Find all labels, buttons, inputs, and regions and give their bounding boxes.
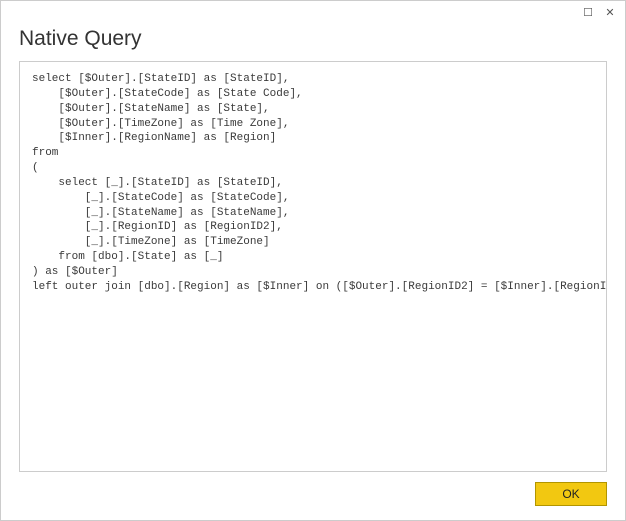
close-glyph: ✕: [605, 6, 614, 19]
maximize-glyph: ☐: [583, 6, 593, 19]
close-icon[interactable]: ✕: [601, 4, 619, 20]
native-query-text: select [$Outer].[StateID] as [StateID], …: [32, 72, 594, 295]
dialog-main: Native Query select [$Outer].[StateID] a…: [1, 23, 625, 520]
window-titlebar: ☐ ✕: [1, 1, 625, 23]
ok-button[interactable]: OK: [535, 482, 607, 506]
page-title: Native Query: [19, 27, 607, 51]
button-row: OK: [19, 472, 607, 506]
maximize-icon[interactable]: ☐: [579, 4, 597, 20]
query-container: select [$Outer].[StateID] as [StateID], …: [19, 61, 607, 472]
